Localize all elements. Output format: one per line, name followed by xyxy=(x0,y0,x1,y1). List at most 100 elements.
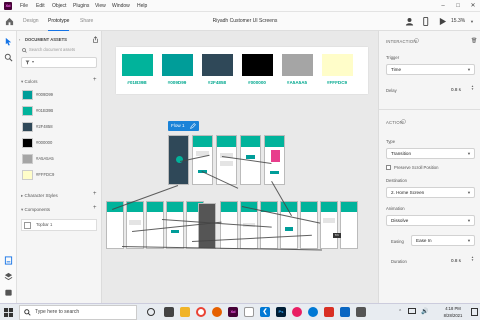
assets-search-input[interactable]: Search document assets xyxy=(21,46,97,54)
components-section-header[interactable]: ▾ Components xyxy=(21,206,50,213)
adobe-xd-taskbar-icon[interactable]: Xd xyxy=(228,307,238,317)
color-swatch xyxy=(22,138,33,148)
artboard-screen[interactable] xyxy=(264,135,285,185)
clock-time[interactable]: 4:18 PM xyxy=(438,306,468,311)
collapse-chevron-icon[interactable]: ‹ xyxy=(19,37,20,42)
taskbar-search-input[interactable]: Type here to search xyxy=(19,305,137,320)
delay-stepper-icon[interactable]: ▲ ▼ xyxy=(471,85,474,91)
menu-object[interactable]: Object xyxy=(52,2,66,10)
component-item[interactable]: Topbar 1 xyxy=(21,219,97,231)
tab-prototype[interactable]: Prototype xyxy=(48,12,70,31)
color-swatch xyxy=(22,122,33,132)
info-icon[interactable] xyxy=(401,119,406,124)
artboard-screen[interactable] xyxy=(280,201,298,249)
artboard-screen[interactable] xyxy=(260,201,278,249)
plugins-icon[interactable] xyxy=(4,288,13,297)
preserve-scroll-checkbox[interactable] xyxy=(386,165,391,170)
screen-block xyxy=(219,160,234,166)
mobile-preview-icon[interactable] xyxy=(421,17,430,26)
screen-header xyxy=(147,202,163,213)
duration-stepper-icon[interactable]: ▲ ▼ xyxy=(471,256,474,262)
assets-filter-dropdown[interactable]: ▾ xyxy=(21,57,97,68)
add-character-style-icon[interactable]: + xyxy=(93,191,97,197)
user-icon[interactable] xyxy=(405,17,414,26)
minimize-icon[interactable]: – xyxy=(436,1,450,11)
palette-swatch xyxy=(162,54,193,76)
type-dropdown[interactable]: Transition ▼ xyxy=(386,148,475,159)
artboard-screen-dark[interactable] xyxy=(198,203,216,249)
home-icon[interactable] xyxy=(5,17,14,26)
delete-interaction-icon[interactable]: 🗑 xyxy=(471,38,477,44)
animation-dropdown[interactable]: Dissolve ▼ xyxy=(386,215,475,226)
volume-icon[interactable]: 🔊 xyxy=(421,308,428,315)
palette-swatch xyxy=(282,54,313,76)
delay-value[interactable]: 0.8 s xyxy=(451,87,461,92)
app-icon[interactable] xyxy=(356,307,366,317)
firefox-icon[interactable] xyxy=(212,307,222,317)
document-title[interactable]: Riyadh Customer UI Screens xyxy=(200,12,290,31)
add-color-icon[interactable]: + xyxy=(93,77,97,83)
windows-taskbar: Type here to search Xd ❮ Ps ⌃ 🔊 4:18 PM … xyxy=(0,303,480,320)
menu-plugins[interactable]: Plugins xyxy=(73,2,89,10)
menu-file[interactable]: File xyxy=(20,2,28,10)
color-asset-item[interactable]: #FFFDC9 xyxy=(21,169,97,181)
clock-date[interactable]: 8/28/2021 xyxy=(436,313,470,318)
zoom-icon[interactable] xyxy=(4,53,13,62)
export-icon[interactable] xyxy=(92,36,99,43)
color-asset-item[interactable]: #009D99 xyxy=(21,89,97,101)
menu-view[interactable]: View xyxy=(95,2,106,10)
easing-dropdown[interactable]: Ease In ▼ xyxy=(411,235,475,246)
app-icon[interactable] xyxy=(292,307,302,317)
color-asset-item[interactable]: #A5A5A5 xyxy=(21,153,97,165)
cortana-icon[interactable] xyxy=(147,308,155,316)
artboard-screen[interactable] xyxy=(320,201,338,249)
notepad-icon[interactable] xyxy=(244,307,254,317)
add-component-icon[interactable]: + xyxy=(93,205,97,211)
trigger-dropdown[interactable]: Time ▼ xyxy=(386,64,475,75)
artboard-screen[interactable] xyxy=(126,201,144,249)
close-icon[interactable]: ✕ xyxy=(466,1,480,11)
edit-pencil-icon[interactable] xyxy=(190,123,196,129)
info-icon[interactable] xyxy=(414,38,419,43)
chrome-icon[interactable] xyxy=(196,307,206,317)
artboard-screen[interactable] xyxy=(146,201,164,249)
duration-value[interactable]: 0.8 s xyxy=(451,258,461,263)
artboard-screen[interactable] xyxy=(216,135,237,185)
select-arrow-icon[interactable] xyxy=(4,37,13,46)
menu-window[interactable]: Window xyxy=(112,2,130,10)
edge-icon[interactable] xyxy=(308,307,318,317)
color-asset-item[interactable]: #000000 xyxy=(21,137,97,149)
colors-section-header[interactable]: ▾ Colors xyxy=(21,78,38,85)
zoom-level[interactable]: 15.3% xyxy=(451,12,465,31)
flow-start-badge[interactable]: Flow 1 xyxy=(168,121,199,131)
menu-edit[interactable]: Edit xyxy=(36,2,45,10)
maximize-icon[interactable]: □ xyxy=(451,1,465,11)
app-icon[interactable] xyxy=(340,307,350,317)
design-canvas[interactable]: #01B39B #009D99 #2F4858 #000000 #A5A5A5 … xyxy=(102,31,378,303)
character-styles-section-header[interactable]: ▸ Character Styles xyxy=(21,192,58,199)
layers-icon[interactable] xyxy=(4,272,13,281)
color-palette-artboard[interactable]: #01B39B #009D99 #2F4858 #000000 #A5A5A5 … xyxy=(116,47,368,94)
play-icon[interactable] xyxy=(438,17,447,26)
windows-start-icon[interactable] xyxy=(4,308,13,317)
photoshop-icon[interactable]: Ps xyxy=(276,307,286,317)
tab-design[interactable]: Design xyxy=(23,12,39,31)
tab-share[interactable]: Share xyxy=(80,12,93,31)
document-assets-icon[interactable] xyxy=(4,256,13,265)
menu-help[interactable]: Help xyxy=(137,2,147,10)
task-view-icon[interactable] xyxy=(164,307,174,317)
app-icon[interactable] xyxy=(324,307,334,317)
artboard-screen[interactable] xyxy=(300,201,318,249)
color-asset-item[interactable]: #01B39B xyxy=(21,105,97,117)
display-icon[interactable] xyxy=(408,308,416,314)
destination-dropdown[interactable]: 2. Home Screen ▼ xyxy=(386,187,475,198)
file-explorer-icon[interactable] xyxy=(180,307,190,317)
tray-chevron-icon[interactable]: ⌃ xyxy=(398,309,402,315)
zoom-chevron-icon[interactable]: ▼ xyxy=(470,12,474,31)
artboard-screen[interactable] xyxy=(192,135,213,185)
chevron-down-icon: ▼ xyxy=(467,238,471,243)
notifications-icon[interactable] xyxy=(471,308,478,316)
artboard-screen[interactable] xyxy=(340,201,358,249)
vscode-icon[interactable]: ❮ xyxy=(260,307,270,317)
color-asset-item[interactable]: #2F4858 xyxy=(21,121,97,133)
